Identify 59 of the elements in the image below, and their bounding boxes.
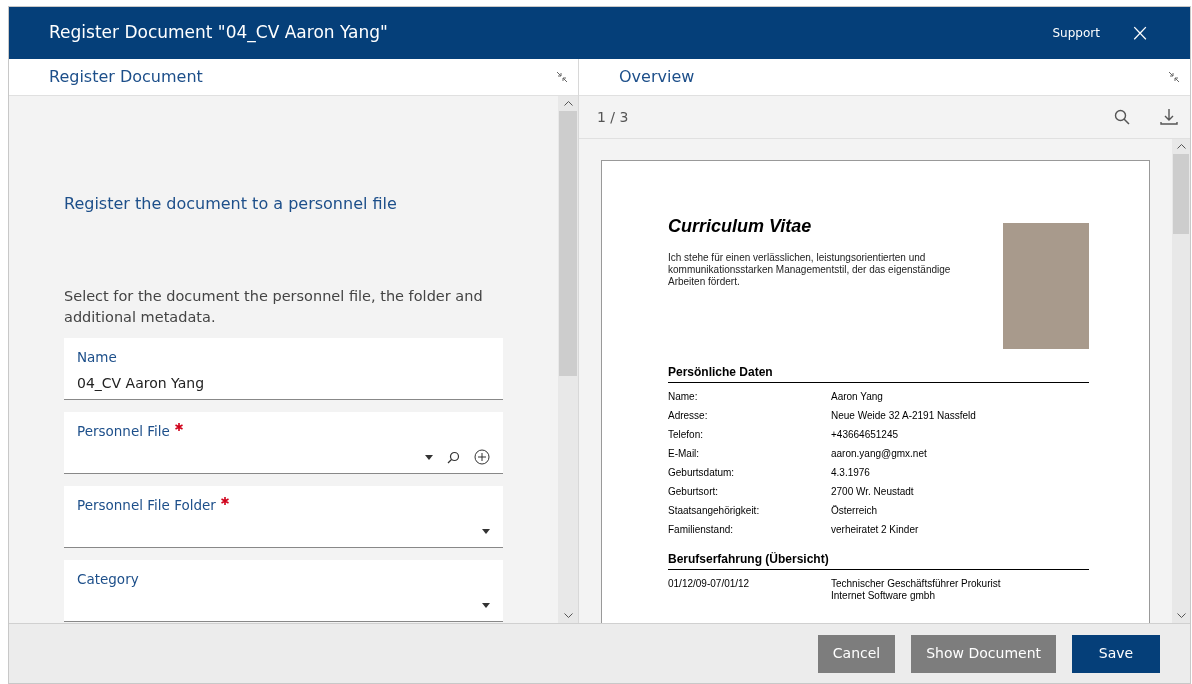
- field-label: Category: [77, 570, 139, 589]
- field-label: Name: [77, 348, 117, 367]
- pane-title: Overview: [619, 66, 696, 88]
- dropdown-caret-icon[interactable]: [425, 454, 433, 460]
- add-icon[interactable]: [474, 449, 490, 466]
- search-icon[interactable]: [1114, 109, 1130, 125]
- field-value: Österreich: [831, 505, 878, 517]
- scroll-thumb[interactable]: [559, 111, 577, 376]
- scrollbar[interactable]: [1172, 139, 1190, 623]
- section-heading: Persönliche Daten: [668, 363, 1089, 383]
- scroll-down-icon[interactable]: [1176, 613, 1186, 618]
- close-button[interactable]: ×: [1129, 21, 1150, 45]
- section-heading: Berufserfahrung (Übersicht): [668, 550, 1089, 570]
- field-label: Staatsangehörigkeit:: [668, 505, 761, 517]
- field-label: Telefon:: [668, 429, 705, 441]
- section-heading: Register the document to a personnel file: [64, 193, 398, 215]
- scroll-up-icon[interactable]: [563, 101, 573, 106]
- field-value: verheiratet 2 Kinder: [831, 524, 919, 536]
- collapse-icon[interactable]: [1168, 71, 1180, 83]
- scroll-up-icon[interactable]: [1176, 144, 1186, 149]
- action-button[interactable]: Save: [1072, 634, 1160, 673]
- field-label: Geburtsdatum:: [668, 467, 736, 479]
- scroll-thumb[interactable]: [1173, 154, 1189, 234]
- field-value: aaron.yang@gmx.net: [831, 448, 927, 460]
- field-value: 2700 Wr. Neustadt: [831, 486, 914, 498]
- field-label: 01/12/09-07/01/12: [668, 578, 751, 591]
- pane-title: Register Document: [49, 66, 204, 88]
- field-value: 04_CV Aaron Yang: [77, 373, 206, 393]
- field-value: +43664651245: [831, 429, 899, 441]
- form-field[interactable]: Personnel File: [64, 412, 503, 474]
- field-label: E-Mail:: [668, 448, 701, 460]
- dropdown-caret-icon[interactable]: [482, 602, 490, 608]
- window-title: Register Document "04_CV Aaron Yang": [49, 21, 389, 45]
- dropdown-caret-icon[interactable]: [482, 528, 490, 534]
- field-label: Personnel File Folder: [77, 496, 216, 515]
- scroll-down-icon[interactable]: [563, 613, 573, 618]
- form-field[interactable]: Name 04_CV Aaron Yang: [64, 338, 503, 400]
- action-button[interactable]: Show Document: [911, 634, 1056, 673]
- search-icon[interactable]: [447, 450, 460, 464]
- field-label: Adresse:: [668, 410, 709, 422]
- field-value: Technischer Geschäftsführer Prokurist Internet Software gmbh: [831, 578, 1001, 602]
- collapse-icon[interactable]: [556, 71, 568, 83]
- support-link[interactable]: Support: [1052, 24, 1100, 42]
- scrollbar[interactable]: [558, 96, 578, 623]
- form-field[interactable]: Category: [64, 560, 503, 622]
- download-icon[interactable]: [1160, 108, 1178, 126]
- field-label: Geburtsort:: [668, 486, 720, 498]
- field-value: 4.3.1976: [831, 467, 870, 479]
- page-indicator: 1 / 3: [597, 107, 630, 127]
- field-value: Aaron Yang: [831, 391, 883, 403]
- field-label: Familienstand:: [668, 524, 735, 536]
- action-button[interactable]: Cancel: [817, 634, 896, 673]
- field-label: Name:: [668, 391, 699, 403]
- form-field[interactable]: Personnel File Folder: [64, 486, 503, 548]
- description-text: Select for the document the personnel file, the folder and additional metadata.: [64, 287, 484, 327]
- field-label: Personnel File: [77, 422, 170, 441]
- document-title: Curriculum Vitae: [668, 215, 813, 238]
- intro-text: Ich stehe für einen verlässlichen, leistungsorientierten und kommunikationsstarken Managementstil, der das eigenständige Arbeiten fördert.: [668, 252, 952, 288]
- field-value: Neue Weide 32 A-2191 Nassfeld: [831, 410, 976, 422]
